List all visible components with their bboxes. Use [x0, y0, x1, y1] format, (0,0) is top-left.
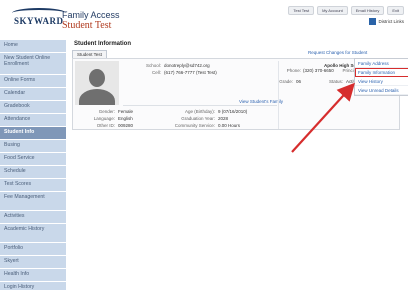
arrow-line [291, 82, 355, 153]
annotation-arrow [291, 82, 355, 153]
